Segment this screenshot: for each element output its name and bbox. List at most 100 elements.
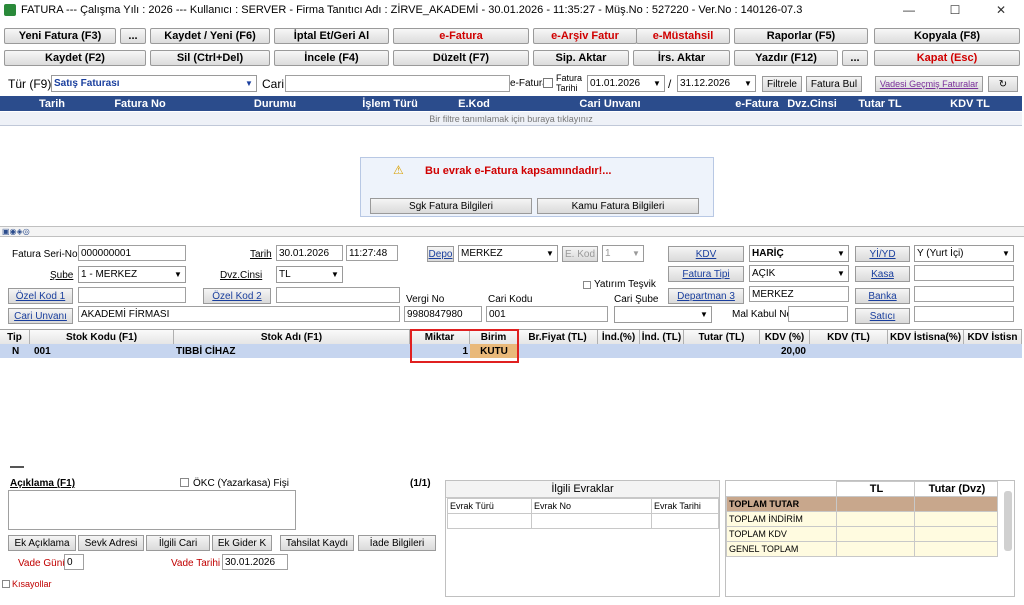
departman-input[interactable]: MERKEZ <box>749 286 849 302</box>
fatura-tipi-select[interactable]: AÇIK ▼ <box>749 265 849 282</box>
cari-unvani-button[interactable]: Cari Unvanı <box>8 308 73 324</box>
banka-input[interactable] <box>914 286 1014 302</box>
more-button-1[interactable]: ... <box>120 28 146 44</box>
ekod-select[interactable]: 1 ▼ <box>602 245 644 262</box>
sil-button[interactable]: Sil (Ctrl+Del) <box>150 50 270 66</box>
evrak-turu-header[interactable]: Evrak Türü <box>447 498 532 514</box>
col-ind-yuzde[interactable]: İnd.(%) <box>598 330 640 345</box>
kdv-select[interactable]: HARİÇ ▼ <box>749 245 849 262</box>
duzelt-button[interactable]: Düzelt (F7) <box>393 50 529 66</box>
cari-unvani-input[interactable]: AKADEMİ FİRMASI <box>78 306 400 322</box>
incele-button[interactable]: İncele (F4) <box>274 50 389 66</box>
kasa-input[interactable] <box>914 265 1014 281</box>
vadesi-gecmis-button[interactable]: Vadesi Geçmiş Faturalar <box>875 76 983 92</box>
filter-row[interactable]: Bir filtre tanımlamak için buraya tıklay… <box>0 112 1022 126</box>
evrak-tarihi-header[interactable]: Evrak Tarihi <box>651 498 719 514</box>
col-stok-adi[interactable]: Stok Adı (F1) <box>174 330 410 345</box>
earsiv-button[interactable]: e-Arşiv Fatur <box>533 28 637 44</box>
saat-input[interactable]: 11:27:48 <box>346 245 398 261</box>
col-kdv-tl[interactable]: KDV TL <box>945 96 995 111</box>
fatura-tipi-button[interactable]: Fatura Tipi <box>668 266 744 282</box>
ozel-kod1-input[interactable] <box>78 287 186 303</box>
iptal-button[interactable]: İptal Et/Geri Al <box>274 28 389 44</box>
ozel-kod2-button[interactable]: Özel Kod 2 <box>203 288 271 304</box>
close-button[interactable]: ✕ <box>978 0 1024 20</box>
col-cari-unvani[interactable]: Cari Unvanı <box>570 96 650 111</box>
refresh-button[interactable]: ↻ <box>988 76 1018 92</box>
col-kdv-yuzde[interactable]: KDV (%) <box>760 330 810 345</box>
col-islem-turu[interactable]: İşlem Türü <box>350 96 430 111</box>
kisayollar-checkbox[interactable] <box>2 580 10 588</box>
date-to-select[interactable]: 31.12.2026 ▼ <box>677 75 756 92</box>
filtrele-button[interactable]: Filtrele <box>762 76 802 92</box>
ek-gider-button[interactable]: Ek Gider K <box>212 535 272 551</box>
ilgili-cari-button[interactable]: İlgili Cari <box>146 535 210 551</box>
totals-scrollbar[interactable] <box>1004 491 1012 551</box>
kdv-button[interactable]: KDV <box>668 246 744 262</box>
splitter[interactable]: ▣◉◈◎ <box>0 226 1024 237</box>
yiyd-select[interactable]: Y (Yurt İçi) ▼ <box>914 245 1014 262</box>
efatura-button[interactable]: e-Fatura <box>393 28 529 44</box>
kaydet-button[interactable]: Kaydet (F2) <box>4 50 146 66</box>
vergi-no-input[interactable]: 9980847980 <box>404 306 482 322</box>
yazdir-button[interactable]: Yazdır (F12) <box>734 50 838 66</box>
kamu-fatura-button[interactable]: Kamu Fatura Bilgileri <box>537 198 699 214</box>
col-dvz-cinsi[interactable]: Dvz.Cinsi <box>786 96 838 111</box>
depo-button[interactable]: Depo <box>427 246 454 262</box>
ekod-button[interactable]: E. Kod <box>562 246 598 262</box>
kaydet-yeni-button[interactable]: Kaydet / Yeni (F6) <box>150 28 270 44</box>
col-tutar-tl[interactable]: Tutar TL <box>855 96 905 111</box>
kopyala-button[interactable]: Kopyala (F8) <box>874 28 1020 44</box>
col-tip[interactable]: Tip <box>0 330 30 345</box>
depo-select[interactable]: MERKEZ ▼ <box>458 245 558 262</box>
col-kdv-tl[interactable]: KDV (TL) <box>810 330 888 345</box>
raporlar-button[interactable]: Raporlar (F5) <box>734 28 868 44</box>
tarih-input[interactable]: 30.01.2026 <box>276 245 343 261</box>
tur-select[interactable]: Satış Faturası ▼ <box>51 75 257 92</box>
banka-button[interactable]: Banka <box>855 288 910 304</box>
sevk-adresi-button[interactable]: Sevk Adresi <box>78 535 144 551</box>
minimize-button[interactable]: — <box>886 0 932 20</box>
col-ind-tl[interactable]: İnd. (TL) <box>640 330 684 345</box>
cari-input[interactable] <box>285 75 510 92</box>
emustahsil-button[interactable]: e-Müstahsil <box>636 28 730 44</box>
aciklama-textarea[interactable] <box>8 490 296 530</box>
vade-gunu-input[interactable]: 0 <box>64 554 84 570</box>
sip-aktar-button[interactable]: Sip. Aktar <box>533 50 629 66</box>
splitter-grip[interactable] <box>10 466 24 468</box>
satici-button[interactable]: Satıcı <box>855 308 910 324</box>
col-durumu[interactable]: Durumu <box>240 96 310 111</box>
departman-button[interactable]: Departman 3 <box>668 288 744 304</box>
ozel-kod1-button[interactable]: Özel Kod 1 <box>8 288 73 304</box>
cari-kodu-input[interactable]: 001 <box>486 306 608 322</box>
fatura-seri-input[interactable]: 000000001 <box>78 245 186 261</box>
yiyd-button[interactable]: Yİ/YD <box>855 246 910 262</box>
yatirim-checkbox[interactable] <box>583 281 591 289</box>
sgk-fatura-button[interactable]: Sgk Fatura Bilgileri <box>370 198 532 214</box>
col-kdv-istisna[interactable]: KDV İstisna(%) <box>888 330 964 345</box>
vade-tarihi-input[interactable]: 30.01.2026 <box>222 554 288 570</box>
satici-input[interactable] <box>914 306 1014 322</box>
col-ekod[interactable]: E.Kod <box>450 96 498 111</box>
efatura-checkbox[interactable] <box>543 78 553 88</box>
mal-kabul-input[interactable] <box>788 306 848 322</box>
irs-aktar-button[interactable]: İrs. Aktar <box>633 50 730 66</box>
col-efatura[interactable]: e-Fatura <box>732 96 782 111</box>
col-br-fiyat[interactable]: Br.Fiyat (TL) <box>518 330 598 345</box>
date-from-select[interactable]: 01.01.2026 ▼ <box>587 75 665 92</box>
okc-checkbox[interactable] <box>180 478 189 487</box>
col-fatura-no[interactable]: Fatura No <box>100 96 180 111</box>
kapat-button[interactable]: Kapat (Esc) <box>874 50 1020 66</box>
ek-aciklama-button[interactable]: Ek Açıklama <box>8 535 76 551</box>
yeni-fatura-button[interactable]: Yeni Fatura (F3) <box>4 28 116 44</box>
iade-button[interactable]: İade Bilgileri <box>358 535 436 551</box>
evrak-no-header[interactable]: Evrak No <box>531 498 652 514</box>
col-tutar[interactable]: Tutar (TL) <box>684 330 760 345</box>
ozel-kod2-input[interactable] <box>276 287 400 303</box>
kasa-button[interactable]: Kasa <box>855 266 910 282</box>
col-stok-kodu[interactable]: Stok Kodu (F1) <box>30 330 174 345</box>
dvz-select[interactable]: TL ▼ <box>276 266 343 283</box>
more-button-2[interactable]: ... <box>842 50 868 66</box>
col-kdv-istisn[interactable]: KDV İstisn <box>964 330 1022 345</box>
maximize-button[interactable]: ☐ <box>932 0 978 20</box>
